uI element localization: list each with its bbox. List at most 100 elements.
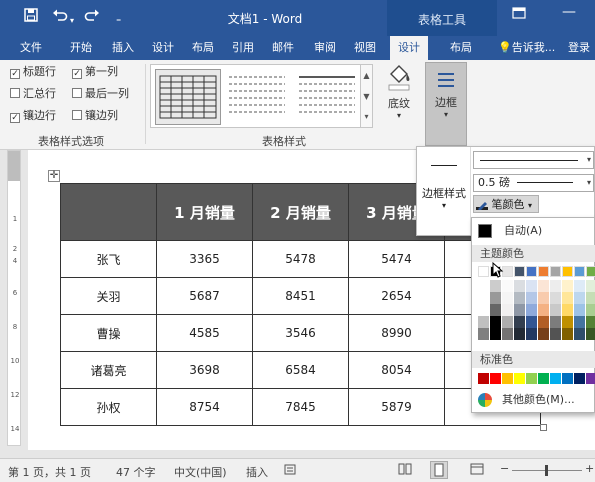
tab-layout[interactable]: 布局 [192, 40, 214, 56]
tab-file[interactable]: 文件 [20, 40, 42, 56]
theme-color-swatch[interactable] [490, 304, 501, 316]
theme-color-swatch[interactable] [586, 304, 595, 316]
border-styles-button[interactable]: 边框样式 ▾ [417, 147, 471, 235]
theme-color-swatch[interactable] [526, 266, 537, 277]
theme-color-swatch[interactable] [538, 316, 549, 328]
theme-color-swatch[interactable] [526, 280, 537, 292]
theme-color-swatch[interactable] [550, 316, 561, 328]
tab-table-layout[interactable]: 布局 [450, 40, 472, 56]
theme-color-swatch[interactable] [490, 292, 501, 304]
theme-color-swatch[interactable] [562, 328, 573, 340]
table-cell[interactable]: 4585 [156, 314, 253, 352]
theme-color-swatch[interactable] [526, 328, 537, 340]
tab-review[interactable]: 审阅 [314, 40, 336, 56]
table-cell[interactable]: 8054 [348, 351, 445, 389]
banded-columns-checkbox[interactable]: 镶边列 [72, 109, 118, 123]
theme-color-swatch[interactable] [562, 292, 573, 304]
theme-color-swatch[interactable] [574, 328, 585, 340]
theme-color-swatch[interactable] [514, 292, 525, 304]
shading-button[interactable]: 底纹 ▾ [380, 62, 418, 132]
table-resize-handle[interactable] [540, 424, 547, 431]
language-indicator[interactable]: 中文(中国) [174, 464, 227, 480]
theme-color-swatch[interactable] [586, 280, 595, 292]
table-cell[interactable]: 8990 [348, 314, 445, 352]
automatic-color-item[interactable]: 自动(A) [472, 221, 595, 241]
standard-color-swatch[interactable] [538, 373, 549, 384]
table-cell[interactable]: 曹操 [60, 314, 157, 352]
theme-color-swatch[interactable] [562, 266, 573, 277]
pen-color-button[interactable]: 笔颜色 ▾ [473, 195, 539, 213]
theme-color-swatch[interactable] [562, 316, 573, 328]
macro-record-icon[interactable] [284, 463, 296, 478]
tab-view[interactable]: 视图 [354, 40, 376, 56]
theme-color-swatch[interactable] [490, 328, 501, 340]
word-count[interactable]: 47 个字 [116, 464, 156, 480]
table-cell[interactable]: 孙权 [60, 388, 157, 426]
banded-rows-checkbox[interactable]: ✓ 镶边行 [10, 109, 56, 123]
tab-design[interactable]: 设计 [152, 40, 174, 56]
tab-insert[interactable]: 插入 [112, 40, 134, 56]
theme-color-swatch[interactable] [478, 304, 489, 316]
table-cell[interactable]: 3365 [156, 240, 253, 278]
theme-color-swatch[interactable] [490, 316, 501, 328]
tell-me-box[interactable]: 💡告诉我... [498, 40, 555, 56]
table-style-thumbnail[interactable] [295, 69, 361, 125]
standard-color-swatch[interactable] [478, 373, 489, 384]
web-layout-icon[interactable] [470, 463, 484, 478]
theme-color-swatch[interactable] [586, 328, 595, 340]
tab-home[interactable]: 开始 [70, 40, 92, 56]
theme-color-swatch[interactable] [538, 328, 549, 340]
table-cell[interactable]: 5478 [252, 240, 349, 278]
theme-color-swatch[interactable] [538, 280, 549, 292]
theme-color-swatch[interactable] [586, 266, 595, 277]
table-cell[interactable]: 3698 [156, 351, 253, 389]
total-row-checkbox[interactable]: 汇总行 [10, 87, 56, 101]
gallery-expand-icon[interactable]: ▾ [361, 107, 372, 127]
table-cell[interactable]: 2654 [348, 277, 445, 315]
table-cell[interactable]: 3546 [252, 314, 349, 352]
theme-color-swatch[interactable] [562, 280, 573, 292]
theme-color-swatch[interactable] [514, 304, 525, 316]
theme-color-swatch[interactable] [574, 266, 585, 277]
theme-color-swatch[interactable] [478, 280, 489, 292]
zoom-out-icon[interactable]: − [500, 462, 509, 475]
theme-color-swatch[interactable] [526, 304, 537, 316]
table-style-thumbnail[interactable] [155, 69, 221, 125]
theme-color-swatch[interactable] [574, 304, 585, 316]
ribbon-display-options-icon[interactable] [512, 7, 526, 23]
theme-color-swatch[interactable] [550, 280, 561, 292]
borders-button[interactable]: 边框 ▾ [425, 62, 467, 146]
table-cell[interactable]: 5879 [348, 388, 445, 426]
minimize-icon[interactable]: — [562, 4, 576, 20]
table-cell[interactable]: 诸葛亮 [60, 351, 157, 389]
theme-color-swatch[interactable] [586, 316, 595, 328]
more-colors-item[interactable]: 其他颜色(M)... [472, 390, 595, 410]
theme-color-swatch[interactable] [550, 266, 561, 277]
theme-color-swatch[interactable] [526, 316, 537, 328]
table-cell[interactable]: 5687 [156, 277, 253, 315]
table-cell[interactable]: 6584 [252, 351, 349, 389]
scroll-down-icon[interactable]: ▼ [361, 86, 372, 107]
theme-color-swatch[interactable] [478, 266, 489, 277]
theme-color-swatch[interactable] [514, 266, 525, 277]
theme-color-swatch[interactable] [502, 304, 513, 316]
zoom-in-icon[interactable]: + [585, 462, 594, 475]
page-count[interactable]: 第 1 页，共 1 页 [8, 464, 91, 480]
line-weight-dropdown[interactable]: 0.5 磅 ▾ [473, 174, 594, 192]
theme-color-swatch[interactable] [502, 280, 513, 292]
standard-color-swatch[interactable] [574, 373, 585, 384]
tab-mailings[interactable]: 邮件 [272, 40, 294, 56]
standard-color-swatch[interactable] [550, 373, 561, 384]
theme-color-swatch[interactable] [526, 292, 537, 304]
print-layout-icon[interactable] [430, 461, 448, 479]
standard-color-swatch[interactable] [514, 373, 525, 384]
theme-color-swatch[interactable] [502, 328, 513, 340]
theme-color-swatch[interactable] [586, 292, 595, 304]
table-header-cell[interactable]: 1 月销量 [156, 183, 253, 241]
last-column-checkbox[interactable]: 最后一列 [72, 87, 129, 101]
table-cell[interactable]: 7845 [252, 388, 349, 426]
theme-color-swatch[interactable] [514, 328, 525, 340]
insert-mode[interactable]: 插入 [246, 464, 268, 480]
header-row-checkbox[interactable]: ✓ 标题行 [10, 65, 56, 79]
table-cell[interactable]: 关羽 [60, 277, 157, 315]
